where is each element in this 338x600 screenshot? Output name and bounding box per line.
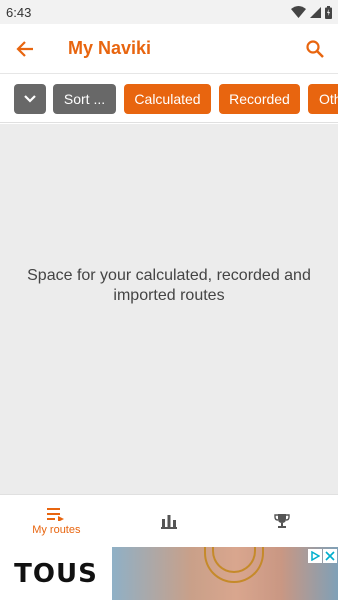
nav-item-achievements[interactable] <box>225 495 338 547</box>
ad-brand-logo: TOUS <box>0 547 112 600</box>
filter-chip-recorded[interactable]: Recorded <box>219 84 300 114</box>
trophy-icon <box>273 514 290 528</box>
ad-banner[interactable]: TOUS <box>0 547 338 600</box>
nav-item-my-routes-label: My routes <box>32 523 81 536</box>
status-bar: 6:43 <box>0 0 338 24</box>
search-icon <box>306 39 324 58</box>
nav-item-statistics[interactable] <box>113 495 226 547</box>
battery-icon <box>325 5 332 19</box>
back-button[interactable] <box>0 24 50 74</box>
search-button[interactable] <box>292 24 338 74</box>
filter-bar: Sort ... Calculated Recorded Oth <box>0 75 338 123</box>
bottom-nav: My routes <box>0 494 338 547</box>
empty-state-message: Space for your calculated, recorded and … <box>27 267 311 304</box>
routes-list-empty: Space for your calculated, recorded and … <box>0 124 338 494</box>
bar-chart-icon <box>161 514 177 529</box>
expand-filters-button[interactable] <box>14 84 46 114</box>
wifi-icon <box>291 6 306 18</box>
sort-button[interactable]: Sort ... <box>53 84 116 114</box>
ad-image <box>112 547 338 600</box>
route-list-icon <box>47 507 65 521</box>
page-title: My Naviki <box>68 38 152 58</box>
ad-info-icon[interactable] <box>308 549 322 563</box>
app-bar: My Naviki <box>0 24 338 74</box>
filter-chip-other[interactable]: Oth <box>308 84 338 114</box>
nav-item-my-routes[interactable]: My routes <box>0 495 113 547</box>
status-icons <box>291 5 332 19</box>
status-time: 6:43 <box>6 4 32 20</box>
chevron-down-icon <box>24 95 36 103</box>
cell-signal-icon <box>310 6 321 18</box>
filter-chip-calculated[interactable]: Calculated <box>124 84 211 114</box>
arrow-left-icon <box>16 40 33 57</box>
ad-close-icon[interactable] <box>323 549 337 563</box>
